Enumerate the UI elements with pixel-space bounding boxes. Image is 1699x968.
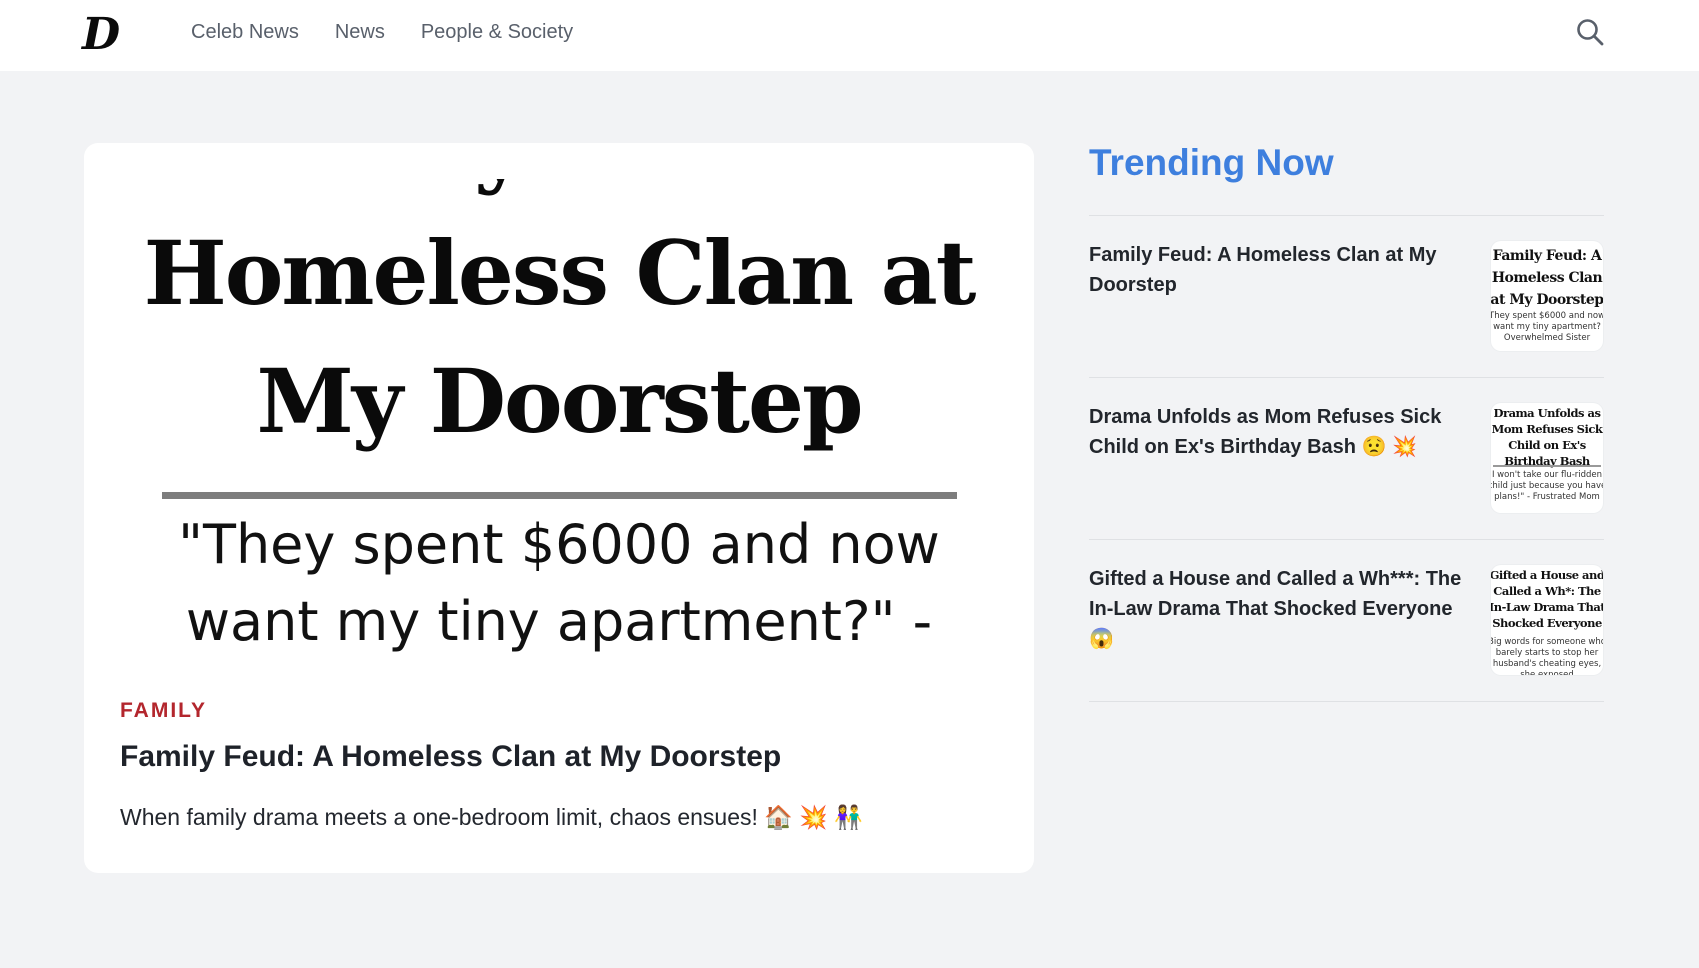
article-category[interactable]: FAMILY bbox=[120, 699, 207, 723]
hero-image-title: Family Feud: A Homeless Clan at My Doors… bbox=[143, 179, 977, 453]
thumbnail-subtitle: I won't take our flu-ridden child just b… bbox=[1491, 470, 1603, 502]
main-nav: Celeb News News People & Society bbox=[191, 0, 573, 65]
nav-people-society[interactable]: People & Society bbox=[421, 21, 573, 44]
thumbnail-title: Family Feud: A Homeless Clan at My Doors… bbox=[1491, 248, 1603, 308]
thumbnail-title: Gifted a House and Called a Wh*: The In-… bbox=[1491, 568, 1603, 630]
trending-list: Family Feud: A Homeless Clan at My Doors… bbox=[1089, 215, 1604, 702]
nav-news[interactable]: News bbox=[335, 21, 385, 44]
featured-hero-image[interactable]: Family Feud: A Homeless Clan at My Doors… bbox=[84, 179, 1034, 816]
hero-divider bbox=[162, 492, 957, 499]
featured-article-card[interactable]: Family Feud: A Homeless Clan at My Doors… bbox=[84, 143, 1034, 873]
nav-celeb-news[interactable]: Celeb News bbox=[191, 21, 299, 44]
featured-article-title[interactable]: Family Feud: A Homeless Clan at My Doors… bbox=[120, 740, 980, 774]
trending-item[interactable]: Gifted a House and Called a Wh***: The I… bbox=[1089, 539, 1604, 702]
trending-item-title[interactable]: Family Feud: A Homeless Clan at My Doors… bbox=[1089, 240, 1464, 300]
site-logo[interactable]: D bbox=[82, 10, 122, 60]
trending-item[interactable]: Family Feud: A Homeless Clan at My Doors… bbox=[1089, 215, 1604, 377]
trending-item-thumbnail[interactable]: Drama Unfolds as Mom Refuses Sick Child … bbox=[1491, 403, 1603, 513]
thumbnail-title: Drama Unfolds as Mom Refuses Sick Child … bbox=[1491, 406, 1603, 468]
trending-heading: Trending Now bbox=[1089, 142, 1334, 183]
thumbnail-subtitle: They spent $6000 and now want my tiny ap… bbox=[1491, 311, 1603, 343]
site-header: D Celeb News News People & Society bbox=[0, 0, 1699, 71]
trending-item-thumbnail[interactable]: Gifted a House and Called a Wh*: The In-… bbox=[1491, 565, 1603, 675]
thumbnail-divider bbox=[1493, 465, 1601, 467]
thumbnail-subtitle: Big words for someone who barely starts … bbox=[1491, 637, 1603, 675]
trending-item-thumbnail[interactable]: Family Feud: A Homeless Clan at My Doors… bbox=[1491, 241, 1603, 351]
featured-article-description: When family drama meets a one-bedroom li… bbox=[120, 804, 863, 830]
trending-item-title[interactable]: Drama Unfolds as Mom Refuses Sick Child … bbox=[1089, 402, 1464, 462]
search-icon[interactable] bbox=[1575, 17, 1605, 47]
trending-item-title[interactable]: Gifted a House and Called a Wh***: The I… bbox=[1089, 564, 1464, 654]
hero-image-quote: "They spent $6000 and now want my tiny a… bbox=[178, 513, 940, 653]
trending-item[interactable]: Drama Unfolds as Mom Refuses Sick Child … bbox=[1089, 377, 1604, 539]
